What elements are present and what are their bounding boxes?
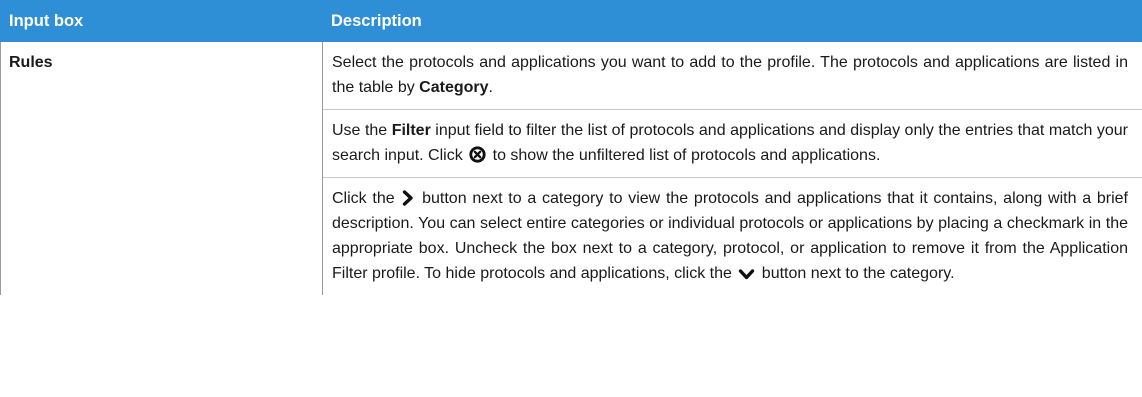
description-paragraph-2: Use the Filter input field to filter the… — [323, 110, 1142, 178]
chevron-right-icon — [402, 190, 414, 206]
chevron-down-icon — [738, 268, 755, 281]
para2-text1: Use the — [332, 122, 392, 139]
table-row: Rules Select the protocols and applicati… — [0, 41, 1142, 295]
para2-text3: to show the unfiltered list of protocols… — [488, 147, 881, 164]
description-paragraph-1: Select the protocols and applications yo… — [323, 42, 1142, 110]
filter-term: Filter — [391, 122, 431, 139]
para3-text3: button next to the category. — [757, 265, 955, 282]
para3-text1: Click the — [332, 190, 401, 207]
description-cell: Select the protocols and applications yo… — [322, 41, 1142, 295]
description-paragraph-3: Click the button next to a category to v… — [323, 178, 1142, 295]
header-description: Description — [322, 0, 1142, 42]
times-circle-icon — [469, 146, 486, 163]
para1-text2: . — [488, 79, 493, 96]
para3-text2: button next to a category to view the pr… — [332, 190, 1128, 282]
input-box-cell: Rules — [0, 41, 323, 295]
header-input-box: Input box — [0, 0, 323, 42]
description-table: Input box Description Rules Select the p… — [0, 0, 1142, 295]
category-term: Category — [419, 79, 489, 96]
rule-name: Rules — [9, 54, 53, 71]
table-header-row: Input box Description — [0, 0, 1142, 42]
